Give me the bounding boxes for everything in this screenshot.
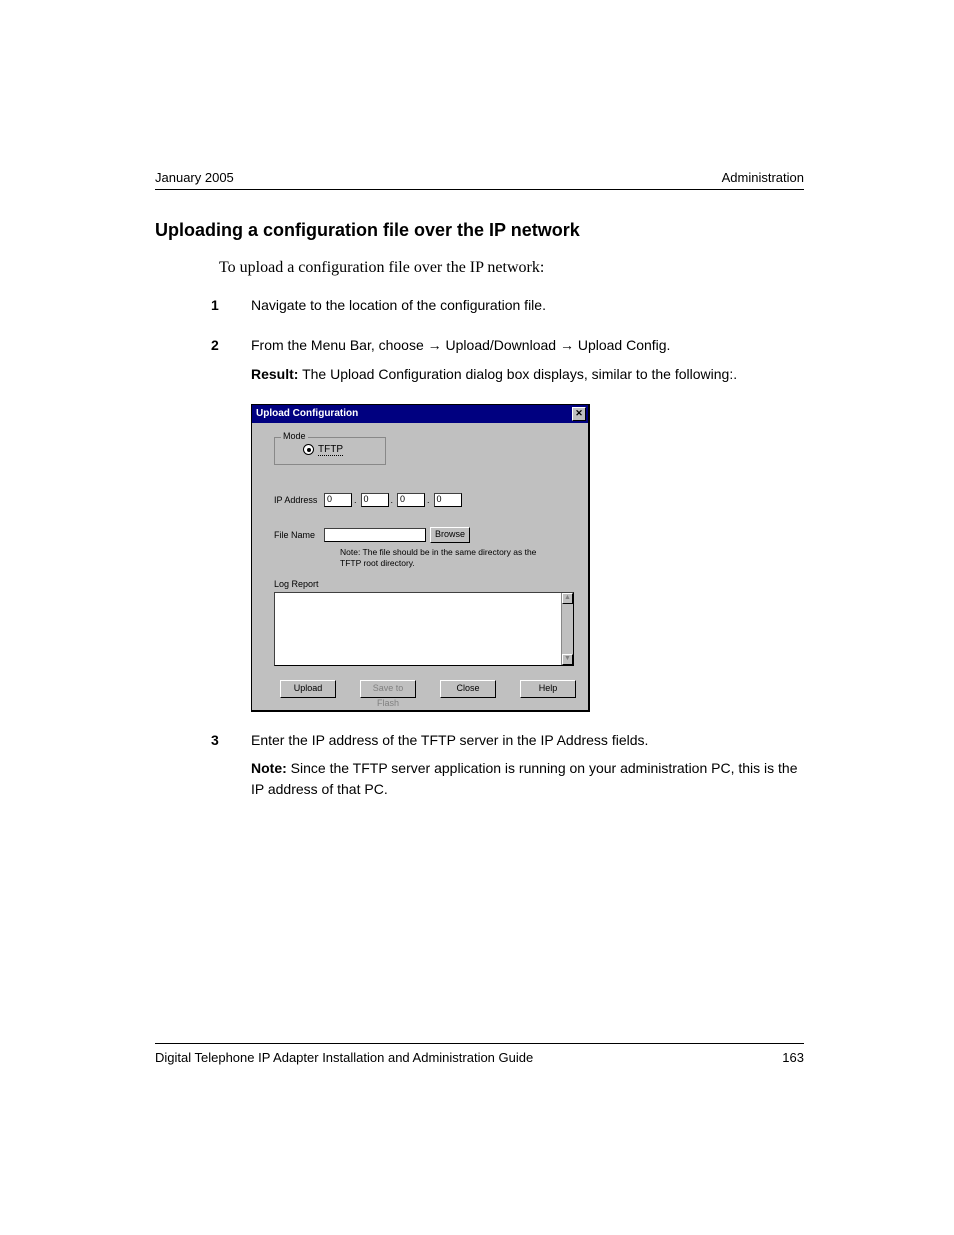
arrow-icon: → — [560, 337, 574, 353]
step-2-result: Result: The Upload Configuration dialog … — [251, 364, 804, 384]
log-report-textarea[interactable]: ▲ ▼ — [274, 592, 574, 666]
step-3-note: Note: Since the TFTP server application … — [251, 758, 804, 799]
radio-label: TFTP — [318, 444, 343, 456]
help-button[interactable]: Help — [520, 680, 576, 698]
dot: . — [427, 495, 430, 505]
mode-legend: Mode — [281, 431, 308, 441]
note-text: Since the TFTP server application is run… — [251, 760, 798, 796]
step-1: 1 Navigate to the location of the config… — [211, 295, 804, 323]
result-text: The Upload Configuration dialog box disp… — [298, 366, 737, 382]
text: Upload/Download — [442, 337, 560, 353]
step-2-line1: From the Menu Bar, choose → Upload/Downl… — [251, 335, 804, 355]
ip-octet-4[interactable]: 0 — [434, 493, 462, 507]
dot: . — [391, 495, 394, 505]
page-heading: Uploading a configuration file over the … — [155, 220, 804, 241]
dialog-titlebar: Upload Configuration ✕ — [252, 405, 588, 423]
file-name-input[interactable] — [324, 528, 426, 542]
step-1-text: Navigate to the location of the configur… — [251, 295, 804, 315]
dot: . — [354, 495, 357, 505]
ip-octet-1[interactable]: 0 — [324, 493, 352, 507]
dialog-button-row: Upload Save to Flash Close Help — [280, 680, 576, 698]
ip-octet-3[interactable]: 0 — [397, 493, 425, 507]
arrow-icon: → — [428, 337, 442, 353]
ip-octet-2[interactable]: 0 — [361, 493, 389, 507]
upload-config-dialog: Upload Configuration ✕ Mode TFTP IP Addr… — [251, 404, 590, 712]
file-note: Note: The file should be in the same dir… — [340, 547, 540, 569]
ip-label: IP Address — [274, 495, 324, 505]
dialog-title: Upload Configuration — [256, 408, 358, 419]
footer-title: Digital Telephone IP Adapter Installatio… — [155, 1050, 533, 1065]
file-name-label: File Name — [274, 530, 324, 540]
ip-address-row: IP Address 0. 0. 0. 0 — [274, 493, 576, 507]
mode-fieldset: Mode TFTP — [274, 437, 386, 465]
browse-button[interactable]: Browse — [430, 527, 470, 543]
divider — [155, 189, 804, 190]
intro-text: To upload a configuration file over the … — [219, 259, 804, 277]
scroll-down-icon[interactable]: ▼ — [562, 654, 573, 665]
header-section: Administration — [722, 170, 804, 185]
step-number: 3 — [211, 730, 251, 807]
header-date: January 2005 — [155, 170, 234, 185]
upload-button[interactable]: Upload — [280, 680, 336, 698]
close-icon[interactable]: ✕ — [572, 407, 586, 421]
result-label: Result: — [251, 366, 298, 382]
mode-radio-tftp[interactable]: TFTP — [303, 444, 375, 456]
footer-page-number: 163 — [782, 1050, 804, 1065]
log-report-label: Log Report — [274, 579, 576, 589]
note-label: Note: — [251, 760, 287, 776]
radio-icon — [303, 444, 314, 455]
step-number: 1 — [211, 295, 251, 323]
text: Upload Config. — [574, 337, 671, 353]
step-2: 2 From the Menu Bar, choose → Upload/Dow… — [211, 335, 804, 392]
scroll-up-icon[interactable]: ▲ — [562, 593, 573, 604]
save-to-flash-button[interactable]: Save to Flash — [360, 680, 416, 698]
file-name-row: File Name Browse — [274, 527, 576, 543]
step-3-text: Enter the IP address of the TFTP server … — [251, 730, 804, 750]
close-button[interactable]: Close — [440, 680, 496, 698]
scrollbar[interactable]: ▲ ▼ — [561, 593, 573, 665]
step-3: 3 Enter the IP address of the TFTP serve… — [211, 730, 804, 807]
page-footer: Digital Telephone IP Adapter Installatio… — [155, 1043, 804, 1065]
text: From the Menu Bar, choose — [251, 337, 428, 353]
step-number: 2 — [211, 335, 251, 392]
divider — [155, 1043, 804, 1044]
